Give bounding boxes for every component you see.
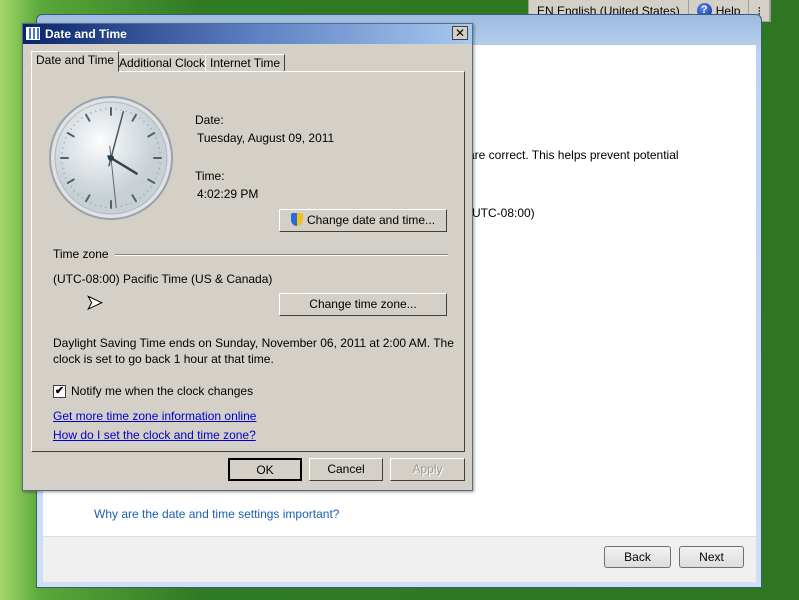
timezone-group-label: Time zone [53, 247, 115, 261]
calendar-icon [26, 27, 40, 40]
dst-info-line2: clock is set to go back 1 hour at that t… [53, 352, 274, 366]
group-divider [92, 254, 448, 256]
change-date-time-button[interactable]: Change date and time... [279, 209, 447, 232]
timezone-info-link[interactable]: Get more time zone information online [53, 409, 256, 423]
dst-info-line1: Daylight Saving Time ends on Sunday, Nov… [53, 336, 454, 350]
tab-additional-clocks[interactable]: Additional Clocks [114, 54, 217, 72]
time-label: Time: [195, 169, 225, 183]
notify-checkbox[interactable]: ✔ [53, 385, 66, 398]
notify-label[interactable]: Notify me when the clock changes [71, 384, 253, 398]
title-bar: Date and Time ✕ [23, 24, 472, 44]
analog-clock [49, 96, 173, 220]
tab-internet-time[interactable]: Internet Time [205, 54, 286, 72]
date-label: Date: [195, 113, 224, 127]
timezone-value: (UTC-08:00) Pacific Time (US & Canada) [53, 272, 273, 286]
clock-help-link[interactable]: How do I set the clock and time zone? [53, 428, 256, 442]
ok-button[interactable]: OK [228, 458, 302, 481]
setup-timezone: (UTC-08:00) [468, 206, 535, 220]
close-button[interactable]: ✕ [452, 26, 468, 40]
time-value: 4:02:29 PM [197, 187, 259, 201]
why-settings-link[interactable]: Why are the date and time settings impor… [94, 507, 339, 521]
dialog-title: Date and Time [45, 27, 127, 41]
date-value: Tuesday, August 09, 2011 [197, 131, 335, 145]
cancel-button[interactable]: Cancel [309, 458, 383, 481]
next-button[interactable]: Next [679, 546, 744, 568]
mouse-cursor-icon: ➤ [86, 290, 104, 315]
clock-center [108, 155, 114, 161]
tab-panel: Date: Tuesday, August 09, 2011 Time: 4:0… [31, 71, 465, 452]
back-button[interactable]: Back [604, 546, 671, 568]
date-time-dialog: Date and Time ✕ Date and Time Additional… [22, 23, 473, 491]
setup-bottom-bar: Back Next [43, 536, 756, 582]
change-timezone-button[interactable]: Change time zone... [279, 293, 447, 316]
tab-date-and-time[interactable]: Date and Time [31, 51, 120, 72]
uac-shield-icon [290, 213, 303, 226]
change-date-time-label: Change date and time... [306, 213, 436, 227]
setup-description: are correct. This helps prevent potentia… [468, 148, 679, 162]
apply-button[interactable]: Apply [390, 458, 465, 481]
